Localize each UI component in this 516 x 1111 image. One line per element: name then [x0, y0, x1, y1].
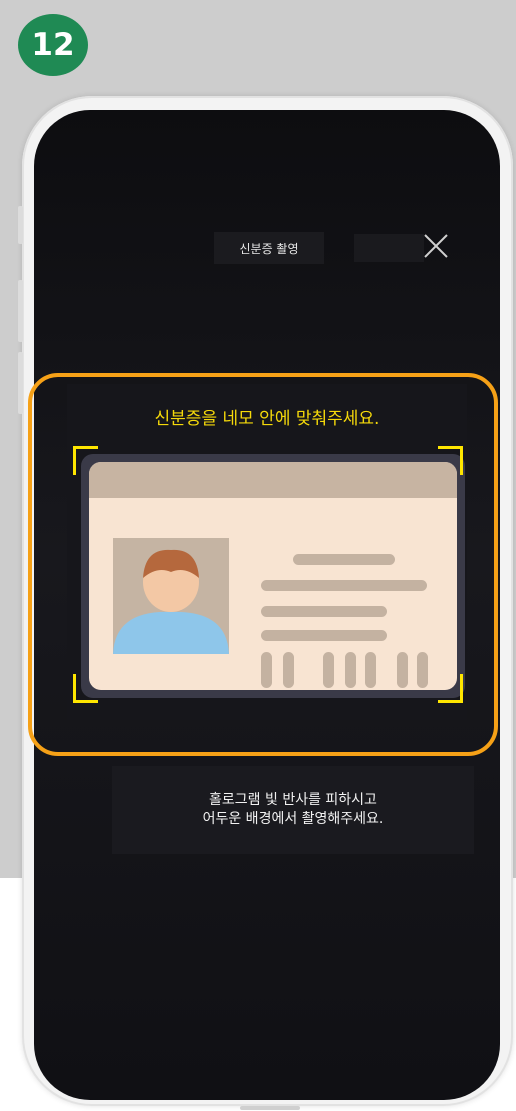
hint-line-1: 홀로그램 빛 반사를 피하시고: [209, 792, 377, 808]
scan-hint: 홀로그램 빛 반사를 피하시고 어두운 배경에서 촬영해주세요.: [112, 766, 474, 854]
close-button[interactable]: [420, 230, 452, 262]
screen-title: 신분증 촬영: [214, 232, 324, 264]
step-number-badge: 12: [18, 14, 88, 76]
phone-side-button: [18, 206, 23, 244]
home-indicator: [240, 1106, 300, 1110]
phone-volume-up: [18, 280, 23, 342]
highlight-frame: [28, 373, 498, 756]
phone-volume-down: [18, 352, 23, 414]
hint-line-2: 어두운 배경에서 촬영해주세요.: [202, 811, 384, 827]
title-ghost-box: [354, 234, 424, 262]
close-icon: [424, 234, 448, 258]
